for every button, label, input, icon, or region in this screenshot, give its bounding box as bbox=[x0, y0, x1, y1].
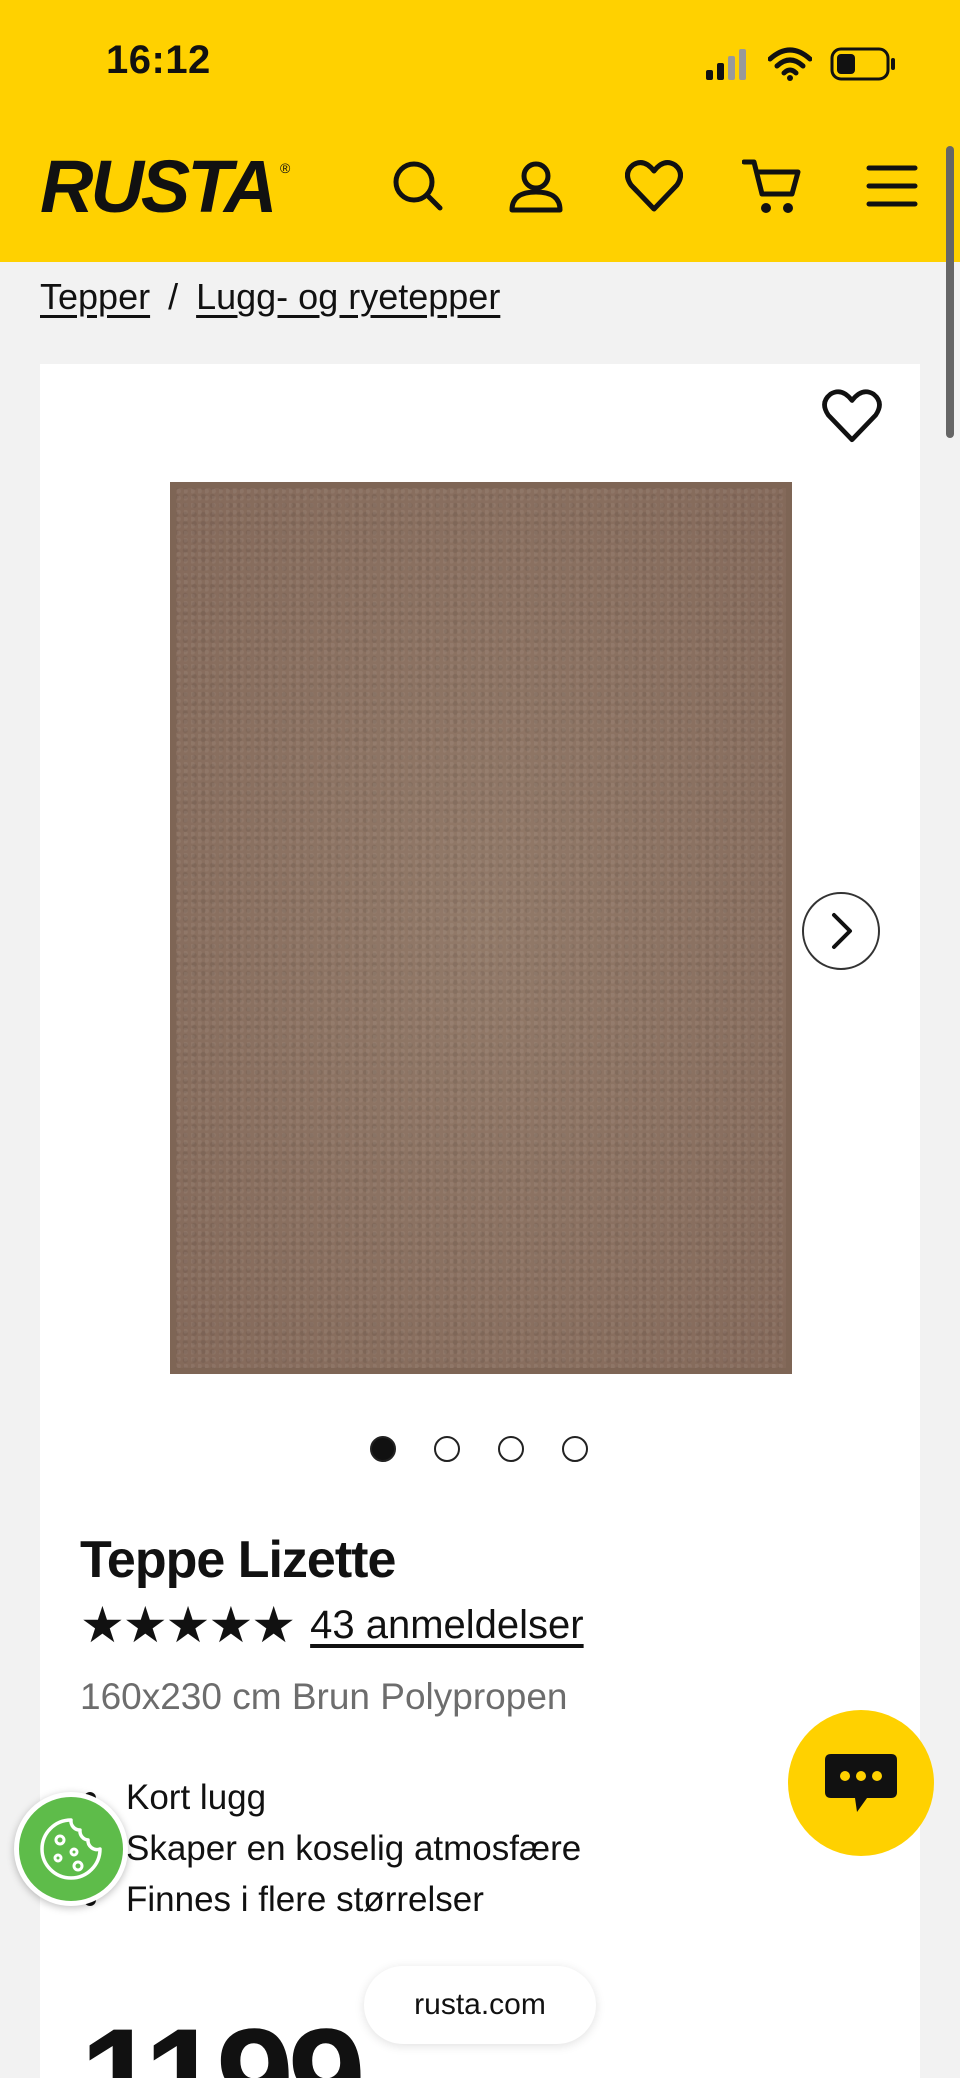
wifi-icon bbox=[768, 47, 812, 81]
signal-icon bbox=[706, 49, 746, 80]
rusta-logo[interactable]: RUSTA bbox=[40, 150, 277, 224]
pagination-dot[interactable] bbox=[498, 1436, 524, 1462]
battery-icon bbox=[830, 47, 895, 81]
hamburger-menu-icon bbox=[866, 165, 918, 207]
account-icon bbox=[509, 161, 563, 213]
image-pagination-dots bbox=[370, 1436, 588, 1462]
product-image-rug[interactable] bbox=[170, 482, 792, 1374]
menu-button[interactable] bbox=[860, 154, 924, 218]
add-to-wishlist-button[interactable] bbox=[822, 388, 882, 444]
search-button[interactable] bbox=[386, 154, 450, 218]
status-icons bbox=[704, 44, 896, 84]
star-rating: ★★★★★ bbox=[80, 1597, 296, 1653]
breadcrumb-separator: / bbox=[168, 276, 179, 317]
cookie-icon bbox=[40, 1818, 102, 1880]
browser-url-pill[interactable]: rusta.com bbox=[364, 1966, 596, 2044]
product-subtitle: 160x230 cm Brun Polypropen bbox=[80, 1676, 568, 1717]
wishlist-button[interactable] bbox=[622, 154, 686, 218]
status-time: 16:12 bbox=[106, 38, 211, 82]
breadcrumb: Tepper / Lugg- og ryetepper bbox=[40, 276, 500, 318]
next-image-button[interactable] bbox=[802, 892, 880, 970]
feature-item: Kort lugg bbox=[84, 1772, 581, 1823]
logo-registered-mark: ® bbox=[280, 160, 291, 176]
pagination-dot[interactable] bbox=[370, 1436, 396, 1462]
pagination-dot[interactable] bbox=[562, 1436, 588, 1462]
search-icon bbox=[393, 161, 443, 211]
breadcrumb-link-lugg-og-ryetepper[interactable]: Lugg- og ryetepper bbox=[196, 276, 500, 318]
product-features: Kort lugg Skaper en koselig atmosfære Fi… bbox=[84, 1772, 581, 1925]
feature-item: Finnes i flere størrelser bbox=[84, 1874, 581, 1925]
heart-icon bbox=[625, 160, 683, 212]
account-button[interactable] bbox=[504, 154, 568, 218]
page-scrollbar[interactable] bbox=[946, 146, 954, 438]
chat-button[interactable] bbox=[788, 1710, 934, 1856]
product-price: 1199 bbox=[80, 1999, 366, 2078]
cart-icon bbox=[742, 159, 801, 213]
cookie-settings-button[interactable] bbox=[14, 1792, 128, 1906]
breadcrumb-link-tepper[interactable]: Tepper bbox=[40, 276, 150, 318]
feature-item: Skaper en koselig atmosfære bbox=[84, 1823, 581, 1874]
chevron-right-icon bbox=[832, 913, 852, 949]
top-bar: 16:12 RUSTA ® bbox=[0, 0, 960, 262]
reviews-link[interactable]: 43 anmeldelser bbox=[310, 1603, 584, 1648]
chat-bubble-icon bbox=[825, 1754, 897, 1812]
product-rating: ★★★★★ 43 anmeldelser bbox=[80, 1600, 584, 1650]
pagination-dot[interactable] bbox=[434, 1436, 460, 1462]
heart-icon bbox=[822, 389, 882, 443]
cart-button[interactable] bbox=[740, 154, 804, 218]
product-title: Teppe Lizette bbox=[80, 1531, 396, 1589]
